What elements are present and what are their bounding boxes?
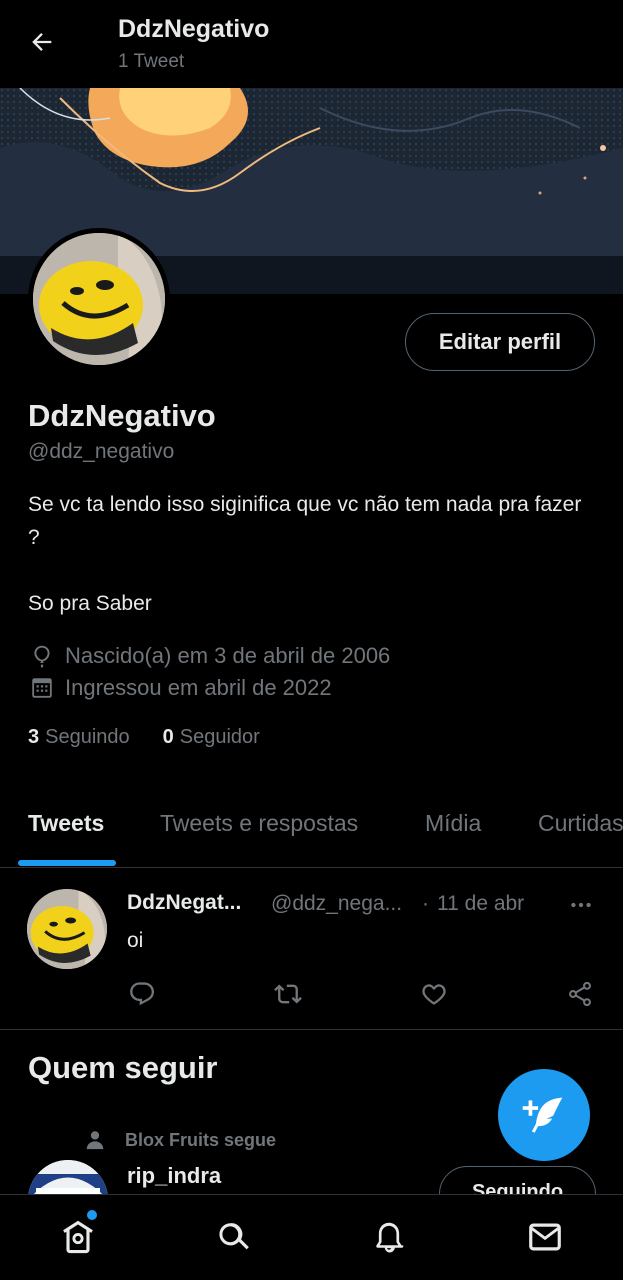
nav-notifications[interactable] <box>367 1215 411 1259</box>
tweet-text: oi <box>127 929 144 952</box>
balloon-icon <box>28 642 56 670</box>
reply-icon[interactable] <box>127 980 157 1008</box>
suggested-user-name[interactable]: rip_indra <box>127 1163 221 1189</box>
join-date-text: Ingressou em abril de 2022 <box>65 675 332 700</box>
tweet-separator: · <box>422 892 429 915</box>
profile-avatar[interactable] <box>28 228 170 370</box>
person-icon <box>82 1128 108 1152</box>
home-notification-dot <box>87 1210 97 1220</box>
tab-media[interactable]: Mídia <box>425 810 481 837</box>
compose-tweet-button[interactable] <box>498 1069 590 1161</box>
profile-display-name: DdzNegativo <box>28 398 216 433</box>
who-to-follow-context-text: Blox Fruits segue <box>125 1129 277 1150</box>
like-icon[interactable] <box>419 980 449 1008</box>
following-link[interactable]: 3 Seguindo <box>28 726 130 749</box>
followers-link[interactable]: 0 Seguidor <box>163 726 260 749</box>
nav-messages[interactable] <box>523 1215 567 1259</box>
followers-count: 0 <box>162 726 174 748</box>
join-date-row: Ingressou em abril de 2022 <box>28 674 332 702</box>
follow-stats: 3 Seguindo 0 Seguidor <box>28 726 293 749</box>
who-to-follow-title: Quem seguir <box>28 1050 218 1085</box>
compose-feather-icon <box>522 1097 563 1133</box>
tweet-author-handle: @ddz_nega... <box>271 892 403 915</box>
who-to-follow-context: Blox Fruits segue <box>82 1128 276 1152</box>
header-title: DdzNegativo <box>118 15 270 43</box>
tweet-avatar[interactable] <box>27 889 107 969</box>
active-tab-indicator <box>18 860 116 866</box>
tweet-author-name[interactable]: DdzNegat... <box>127 891 241 915</box>
profile-tabs: Tweets Tweets e respostas Mídia Curtidas <box>0 790 623 868</box>
birth-date-text: Nascido(a) em 3 de abril de 2006 <box>65 643 391 668</box>
edit-profile-button[interactable]: Editar perfil <box>405 313 595 371</box>
header-tweet-count: 1 Tweet <box>118 51 185 72</box>
top-bar: DdzNegativo 1 Tweet <box>0 0 623 88</box>
following-count: 3 <box>28 726 40 748</box>
messages-icon <box>529 1223 561 1251</box>
profile-handle: @ddz_negativo <box>28 440 175 463</box>
profile-bio: Se vc ta lendo isso siginifica que vc nã… <box>28 493 582 615</box>
retweet-icon[interactable] <box>273 980 303 1008</box>
back-button[interactable] <box>22 22 62 62</box>
more-options-icon[interactable] <box>566 891 596 919</box>
following-label: Seguindo <box>45 726 130 748</box>
tweet-date[interactable]: 11 de abr <box>437 892 524 916</box>
calendar-icon <box>28 674 56 702</box>
nav-search[interactable] <box>211 1215 255 1259</box>
home-icon <box>63 1220 93 1254</box>
tab-tweets[interactable]: Tweets <box>28 810 104 837</box>
birth-date-row: Nascido(a) em 3 de abril de 2006 <box>28 642 390 670</box>
tweet-item[interactable]: DdzNegat... @ddz_nega... · 11 de abr oi <box>0 869 623 1030</box>
bottom-navigation <box>0 1194 623 1280</box>
notifications-icon <box>376 1222 404 1253</box>
tab-tweets-and-replies[interactable]: Tweets e respostas <box>160 810 358 837</box>
share-icon[interactable] <box>565 980 595 1008</box>
search-icon <box>219 1223 249 1250</box>
tab-likes[interactable]: Curtidas <box>538 810 623 837</box>
arrow-left-icon <box>32 33 52 51</box>
nav-home[interactable] <box>56 1215 100 1259</box>
followers-label: Seguidor <box>179 726 260 748</box>
